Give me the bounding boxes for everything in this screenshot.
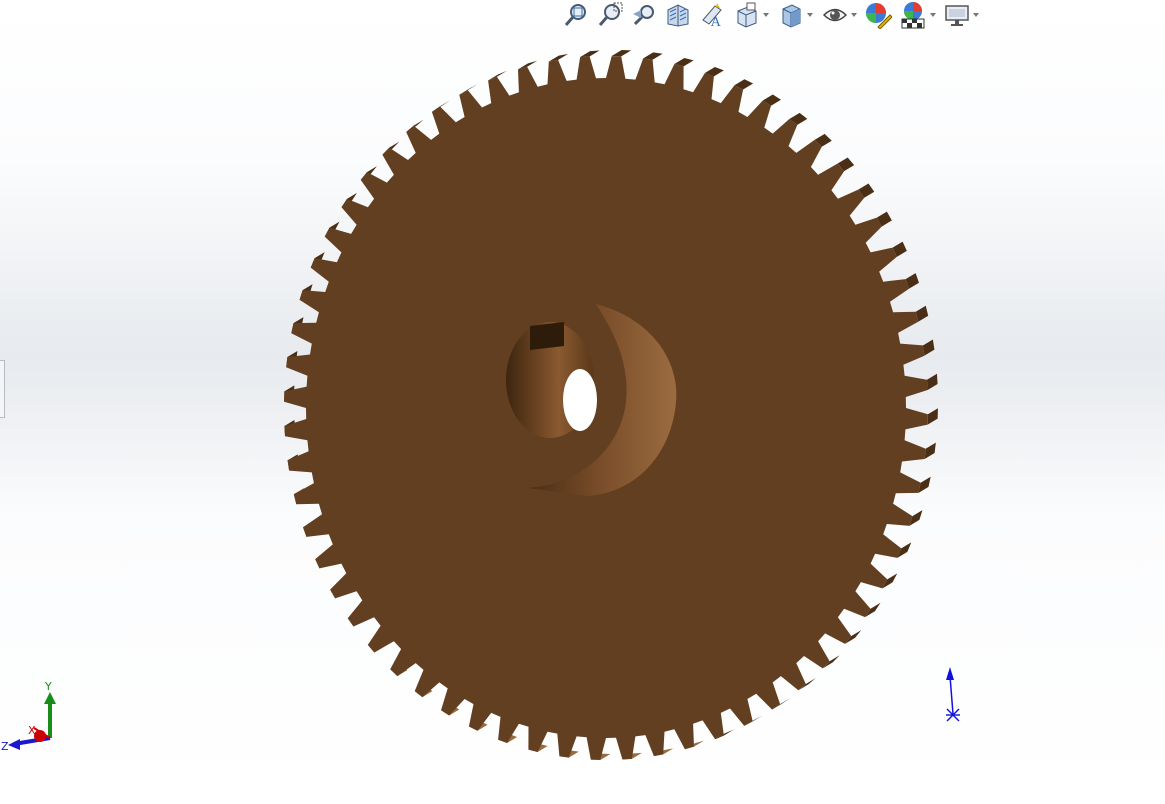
view-orientation-icon [737,2,756,28]
dynamic-annotation-button[interactable]: A [696,0,728,30]
chevron-down-icon [762,13,769,17]
gear-tooth [643,52,663,60]
heads-up-view-toolbar: A [560,0,982,30]
gear-tooth [926,373,938,391]
reference-triad [946,667,960,722]
axis-y-label: Y [44,680,52,693]
chevron-down-icon [806,13,813,17]
chevron-down-icon [929,13,936,17]
hide-show-items-button[interactable] [818,0,860,30]
axis-z-label: Z [1,740,9,753]
bore-through-hole [563,369,597,431]
gear-tooth [924,442,936,459]
zoom-to-area-button[interactable] [594,0,626,30]
display-style-icon [782,4,800,28]
section-view-button[interactable] [662,0,694,30]
zoom-to-fit-icon [564,4,586,26]
gear-tooth [611,50,632,57]
previous-view-button[interactable] [628,0,660,30]
previous-view-icon [633,5,654,26]
gear-tooth [580,50,600,58]
view-settings-button[interactable] [940,0,982,30]
collapsed-panel-tab[interactable] [0,360,5,418]
axis-x-label: X [28,724,36,737]
apply-scene-button[interactable] [896,0,938,30]
gear-tooth [548,53,569,62]
edit-appearance-icon [866,3,892,29]
dynamic-annotation-icon: A [702,3,722,28]
gear-model[interactable]: Y X Z [0,0,1165,804]
graphics-area[interactable]: Y X Z A [0,0,1165,804]
gear-tooth [927,408,938,425]
axis-triad: Y X Z [1,680,56,753]
apply-scene-icon [901,2,924,29]
chevron-down-icon [972,13,979,17]
zoom-to-area-icon [598,2,623,26]
keyway [530,322,564,350]
chevron-down-icon [850,13,857,17]
monitor-icon [944,5,969,26]
eye-icon [822,8,847,22]
view-orientation-button[interactable] [730,0,772,30]
display-style-button[interactable] [774,0,816,30]
edit-appearance-button[interactable] [862,0,894,30]
gear-face [284,56,928,760]
gear-tooth [922,339,935,356]
gear-tooth [918,476,931,493]
section-view-icon [667,4,689,27]
gear-tooth [915,305,929,322]
zoom-to-fit-button[interactable] [560,0,592,30]
svg-text:A: A [710,15,721,28]
